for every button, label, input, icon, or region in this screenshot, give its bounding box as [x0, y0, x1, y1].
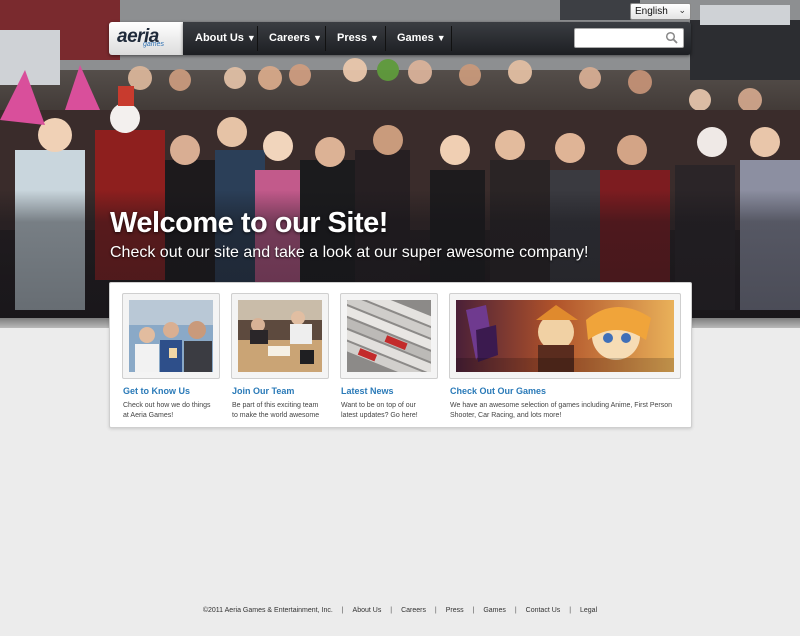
footer-link-careers[interactable]: Careers — [401, 607, 426, 614]
card-description: Want to be on top of our latest updates?… — [341, 401, 451, 421]
footer-link-legal[interactable]: Legal — [580, 607, 597, 614]
nav-item-label: About Us — [195, 32, 244, 44]
card-thumbnail[interactable] — [449, 293, 681, 379]
footer-separator: | — [569, 607, 572, 614]
card-description-line: latest updates? Go here! — [341, 412, 418, 419]
footer-separator: | — [434, 607, 437, 614]
card-thumbnail[interactable] — [340, 293, 438, 379]
footer-separator: | — [390, 607, 393, 614]
footer: ©2011 Aeria Games & Entertainment, Inc. … — [0, 607, 800, 614]
nav-item-label: Press — [337, 32, 367, 44]
team-working-photo — [238, 300, 322, 372]
footer-link-press[interactable]: Press — [446, 607, 464, 614]
card-description-line: to make the world awesome — [232, 412, 320, 419]
nav-item-games[interactable]: Games ▼ — [385, 22, 456, 55]
newspaper-photo — [347, 300, 431, 372]
language-select[interactable]: English ⌄ — [630, 3, 691, 20]
card-description-line: at Aeria Games! — [123, 412, 174, 419]
footer-separator: | — [472, 607, 475, 614]
chevron-down-icon: ▼ — [312, 33, 322, 43]
nav-item-press[interactable]: Press ▼ — [325, 22, 389, 55]
footer-separator: | — [341, 607, 344, 614]
card-thumbnail[interactable] — [122, 293, 220, 379]
page-title: Welcome to our Site! — [110, 207, 388, 239]
main-nav: About Us ▼ Careers ▼ Press ▼ Games ▼ — [183, 22, 691, 55]
chevron-down-icon: ▼ — [369, 33, 379, 43]
feature-panel: Get to Know Us Check out how we do thing… — [109, 282, 692, 428]
footer-separator: | — [514, 607, 517, 614]
language-selected: English — [635, 6, 668, 17]
card-description-line: Check out how we do things — [123, 402, 211, 409]
nav-item-careers[interactable]: Careers ▼ — [257, 22, 332, 55]
chevron-down-icon: ⌄ — [678, 5, 686, 15]
card-description-line: Be part of this exciting team — [232, 402, 319, 409]
card-description-line: Want to be on top of our — [341, 402, 416, 409]
card-description: Check out how we do things at Aeria Game… — [123, 401, 233, 421]
footer-link-about-us[interactable]: About Us — [353, 607, 382, 614]
nav-divider — [451, 26, 452, 51]
nav-item-label: Careers — [269, 32, 310, 44]
footer-link-games[interactable]: Games — [483, 607, 506, 614]
team-photo — [129, 300, 213, 372]
logo[interactable]: aeria games — [109, 22, 183, 55]
footer-link-contact-us[interactable]: Contact Us — [526, 607, 561, 614]
game-art-image — [456, 300, 674, 372]
card-title[interactable]: Get to Know Us — [123, 386, 190, 396]
card-description-line: We have an awesome selection of games in… — [450, 402, 673, 409]
card-description: We have an awesome selection of games in… — [450, 401, 690, 421]
footer-copyright: ©2011 Aeria Games & Entertainment, Inc. — [202, 607, 333, 614]
logo-subtext: games — [143, 41, 165, 48]
card-description-line: Shooter, Car Racing, and lots more! — [450, 412, 562, 419]
page-subtitle: Check out our site and take a look at ou… — [110, 244, 589, 261]
card-description: Be part of this exciting team to make th… — [232, 401, 342, 421]
card-title[interactable]: Latest News — [341, 386, 394, 396]
chevron-down-icon: ▼ — [436, 33, 446, 43]
nav-item-about-us[interactable]: About Us ▼ — [183, 22, 266, 55]
card-title[interactable]: Check Out Our Games — [450, 386, 546, 396]
chevron-down-icon: ▼ — [246, 33, 256, 43]
card-title[interactable]: Join Our Team — [232, 386, 294, 396]
nav-item-label: Games — [397, 32, 434, 44]
search-icon[interactable] — [665, 31, 679, 45]
card-thumbnail[interactable] — [231, 293, 329, 379]
